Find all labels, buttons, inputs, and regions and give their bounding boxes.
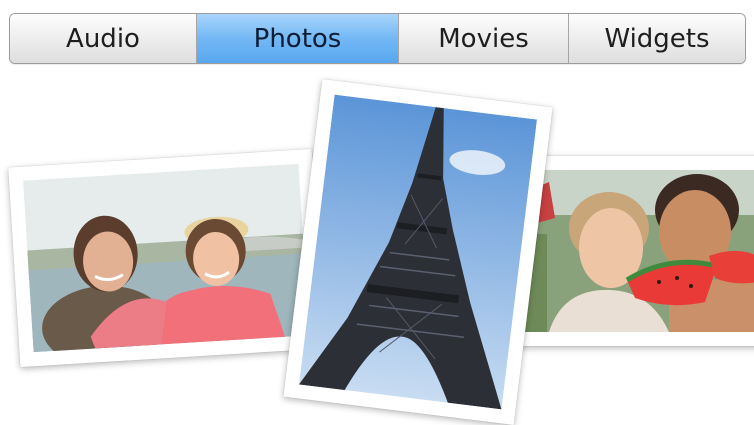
couple-photo-image — [519, 170, 754, 332]
tab-audio[interactable]: Audio — [10, 14, 197, 63]
tab-widgets[interactable]: Widgets — [569, 14, 745, 63]
eiffel-tower-photo-image — [298, 94, 538, 410]
family-photo-image — [23, 163, 309, 353]
photo-family-riverside[interactable] — [8, 148, 324, 368]
tab-photos[interactable]: Photos — [197, 14, 399, 63]
photo-eiffel-tower[interactable] — [283, 79, 553, 425]
tab-movies[interactable]: Movies — [399, 14, 569, 63]
media-type-segmented-control: Audio Photos Movies Widgets — [9, 13, 746, 64]
